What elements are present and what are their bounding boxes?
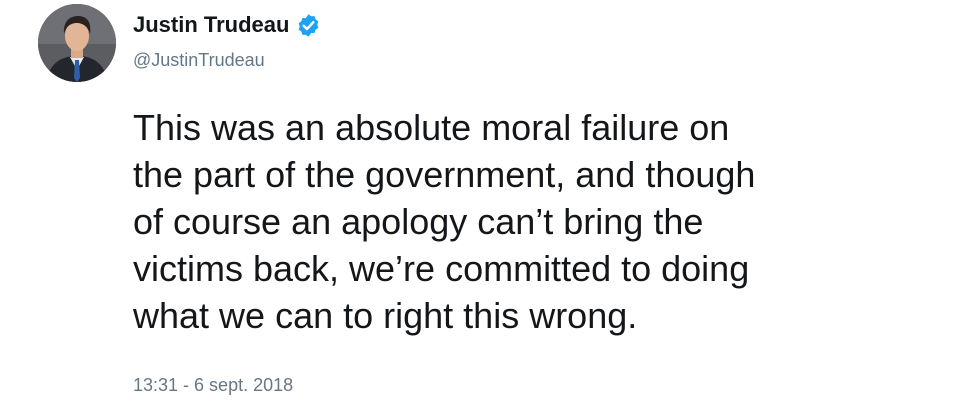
verified-badge-icon bbox=[296, 13, 321, 38]
tweet-text-line: the part of the government, and though bbox=[133, 154, 756, 195]
avatar[interactable] bbox=[38, 4, 116, 82]
tweet-text-line: This was an absolute moral failure on bbox=[133, 107, 730, 148]
tweet-text-line: victims back, we’re committed to doing bbox=[133, 248, 750, 289]
author-name-row: Justin Trudeau bbox=[133, 9, 321, 41]
author-display-name[interactable]: Justin Trudeau bbox=[133, 12, 289, 38]
author-handle[interactable]: @JustinTrudeau bbox=[133, 50, 265, 71]
tweet-text-line: of course an apology can’t bring the bbox=[133, 201, 704, 242]
profile-photo-avatar bbox=[38, 4, 116, 82]
tweet-text: This was an absolute moral failure on th… bbox=[133, 104, 953, 339]
tweet-card: Justin Trudeau @JustinTrudeau This was a… bbox=[0, 0, 974, 418]
tweet-timestamp[interactable]: 13:31 - 6 sept. 2018 bbox=[133, 375, 293, 396]
tweet-text-line: what we can to right this wrong. bbox=[133, 295, 638, 336]
